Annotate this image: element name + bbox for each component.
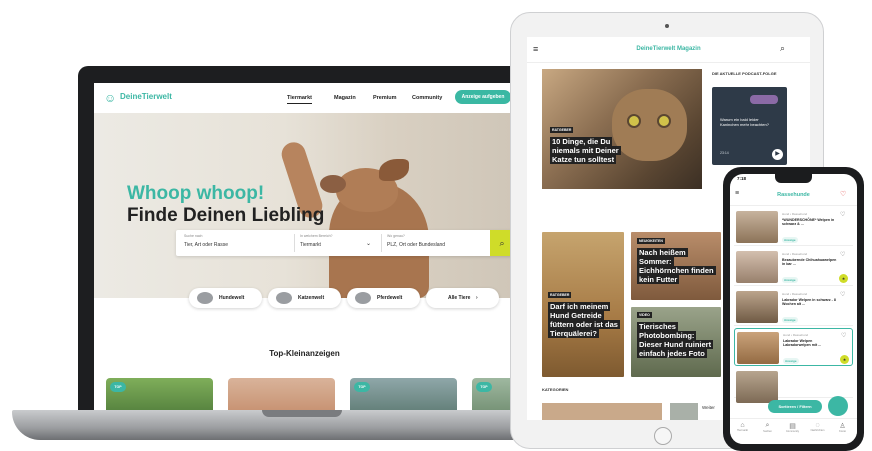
category-card[interactable] [542, 403, 662, 420]
tab-tiermarkt[interactable]: ⌂ Tiermarkt [730, 422, 755, 432]
bottom-tab-bar: ⌂ Tiermarkt ⌕ Suchen ▤ Community ◌ Nachricht… [730, 418, 857, 444]
list-item[interactable]: Hund • Rassehund Bezaubernde Chihuahuawe… [734, 248, 853, 286]
home-button[interactable] [654, 427, 672, 445]
magazine-header: ≡ DeineTierwelt Magazin ⌕ [527, 37, 810, 63]
article-card[interactable]: NEUIGKEITEN Nach heißem Sommer: Eichhörn… [631, 232, 721, 300]
chevron-down-icon[interactable]: ⌄ [366, 240, 371, 247]
nav-magazin[interactable]: Magazin [334, 95, 356, 101]
nav-premium[interactable]: Premium [373, 95, 397, 101]
chevron-right-icon: › [476, 295, 478, 301]
article-headline: Darf ich meinem Hund Getreide füttern od… [548, 302, 620, 338]
categories-label: KATEGORIEN [542, 387, 569, 392]
tab-suchen[interactable]: ⌕ Suchen [755, 422, 780, 433]
magazine-title: DeineTierwelt Magazin [636, 46, 701, 52]
nav-community[interactable]: Community [412, 95, 442, 101]
podcast-time: 23:14 [720, 151, 729, 155]
tab-nachrichten[interactable]: ◌ Nachrichten [805, 422, 830, 432]
search-field-label: Suche nach [184, 234, 203, 238]
article-card[interactable]: RATGEBER Darf ich meinem Hund Getreide f… [542, 232, 624, 377]
category-alle-tiere[interactable]: Alle Tiere › [426, 288, 499, 308]
search-icon: ⌕ [499, 238, 505, 248]
podcast-card[interactable]: Warum ein bald leider Kaninchen mehr bea… [712, 87, 787, 165]
category-hundewelt[interactable]: Hundewelt [189, 288, 262, 308]
nav-tiermarkt[interactable]: Tiermarkt [287, 95, 312, 104]
article-tag: NEUIGKEITEN [637, 238, 665, 244]
article-headline: Tierisches Photobombing: Dieser Hund rui… [637, 322, 714, 358]
star-icon: ★ [840, 355, 849, 364]
tab-konto[interactable]: ♙ Konto [830, 422, 855, 433]
horse-icon [355, 292, 371, 304]
podcast-text: Warum ein bald leider Kaninchen mehr bea… [720, 117, 769, 127]
search-field-label: Wo genau? [387, 234, 405, 238]
listing-card[interactable]: TOP [350, 378, 457, 413]
top-badge: TOP [110, 382, 126, 392]
sort-filter-button[interactable]: Sortieren / Filtern [768, 400, 822, 413]
laptop-screen: ☺ DeineTierwelt Tiermarkt Magazin Premiu… [94, 83, 515, 413]
area-select[interactable]: Tiermarkt [300, 242, 321, 248]
article-tag: RATGEBER [550, 127, 574, 133]
search-icon: ⌕ [765, 422, 770, 429]
animal-search-input[interactable]: Tier, Art oder Rasse [184, 242, 228, 248]
podcast-logo [750, 95, 778, 104]
camera-dot [665, 24, 669, 28]
search-field-label: In welchem Bereich? [300, 234, 333, 238]
home-icon: ⌂ [740, 422, 745, 429]
book-icon: ▤ [789, 423, 796, 430]
list-item[interactable]: Hund • Rassehund *WUNDERSCHÖNE* Welpen i… [734, 208, 853, 246]
floating-action-button[interactable] [828, 396, 848, 416]
category-text: Weiter [702, 405, 715, 410]
list-item-highlighted[interactable]: Hund • Rassehund Labrador Welpen Labrado… [734, 328, 853, 366]
list-item[interactable] [734, 368, 853, 403]
dog-icon [197, 292, 213, 304]
status-time: 7:18 [737, 176, 747, 181]
search-icon[interactable]: ⌕ [780, 43, 785, 54]
cat-icon [276, 292, 292, 304]
article-card[interactable]: VIDEO Tierisches Photobombing: Dieser Hu… [631, 307, 721, 377]
listing-card[interactable] [228, 378, 335, 413]
site-header: ☺ DeineTierwelt Tiermarkt Magazin Premiu… [94, 83, 515, 113]
heart-icon[interactable]: ♡ [840, 211, 845, 218]
heart-icon[interactable]: ♡ [840, 291, 845, 298]
site-logo[interactable]: DeineTierwelt [120, 92, 172, 101]
article-headline: 10 Dinge, die Du niemals mit Deiner Katz… [550, 137, 621, 164]
podcast-label: DIE AKTUELLE PODCAST-FOLGE [712, 71, 777, 76]
user-icon: ♙ [839, 423, 846, 430]
play-icon[interactable]: ▶ [772, 149, 783, 160]
phone-screen: 7:18 ≡ Rassehunde ♡ Hund • Rassehund *WU… [730, 174, 857, 444]
search-bar: Suche nach Tier, Art oder Rasse In welch… [176, 230, 514, 256]
heart-icon[interactable]: ♡ [840, 190, 846, 198]
paw-logo-icon: ☺ [104, 91, 117, 105]
featured-article[interactable]: RATGEBER 10 Dinge, die Du niemals mit De… [542, 69, 702, 189]
category-card[interactable] [670, 403, 698, 420]
category-katzenwelt[interactable]: Katzenwelt [268, 288, 341, 308]
section-title: Top-Kleinanzeigen [269, 349, 340, 358]
top-badge: TOP [354, 382, 370, 392]
location-input[interactable]: PLZ, Ort oder Bundesland [387, 242, 445, 248]
list-item[interactable]: Hund • Rassehund Labrador Welpen in schw… [734, 288, 853, 326]
hero-banner: Whoop whoop! Finde Deinen Liebling [94, 113, 515, 298]
listing-card[interactable]: TOP [472, 378, 515, 413]
heart-icon[interactable]: ♡ [840, 251, 845, 258]
post-ad-button[interactable]: Anzeige aufgeben [455, 90, 511, 104]
star-icon: ★ [839, 274, 848, 283]
listing-card[interactable]: TOP [106, 378, 213, 413]
category-pferdewelt[interactable]: Pferdewelt [347, 288, 420, 308]
article-headline: Nach heißem Sommer: Eichhörnchen finden … [637, 248, 716, 284]
chat-icon: ◌ [815, 422, 820, 429]
article-tag: RATGEBER [548, 292, 572, 298]
hero-title-line1: Whoop whoop! [127, 183, 265, 204]
page-title: Rassehunde [777, 192, 810, 198]
top-badge: TOP [476, 382, 492, 392]
heart-icon[interactable]: ♡ [841, 332, 846, 339]
tab-community[interactable]: ▤ Community [780, 422, 805, 433]
hero-title-line2: Finde Deinen Liebling [127, 205, 325, 226]
article-tag: VIDEO [637, 312, 652, 318]
